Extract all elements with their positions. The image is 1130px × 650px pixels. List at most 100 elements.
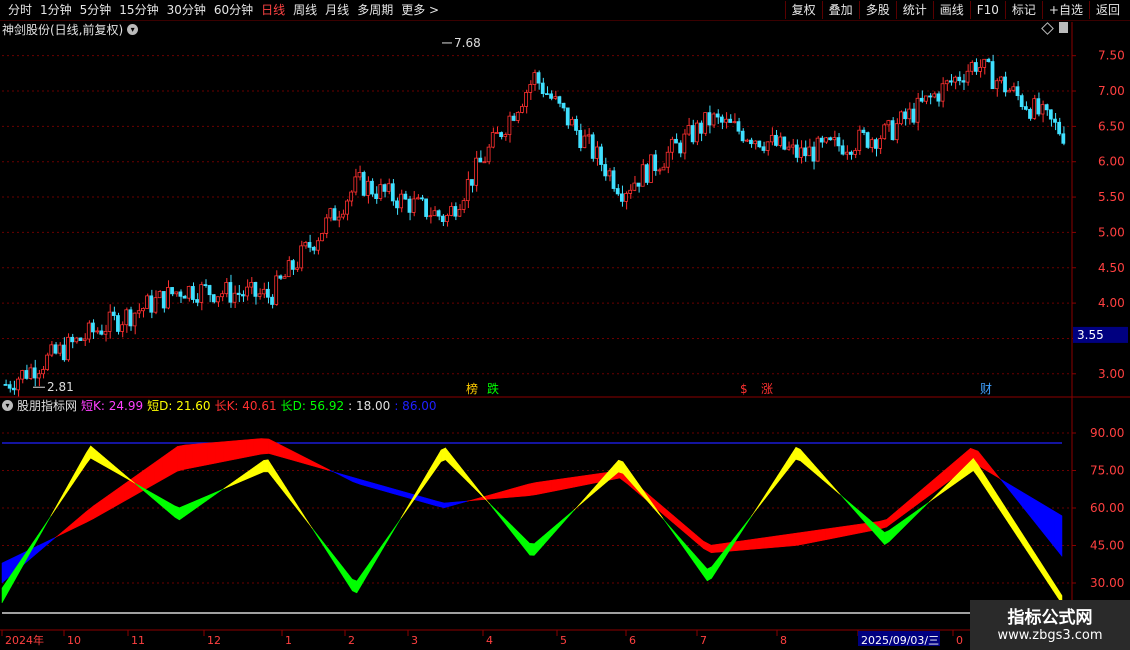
candle-body bbox=[215, 296, 220, 303]
short-band-segment bbox=[188, 501, 193, 515]
long-band-segment bbox=[474, 496, 483, 501]
candle-body bbox=[3, 383, 8, 386]
short-band-segment bbox=[910, 511, 916, 521]
short-band-segment bbox=[227, 481, 233, 488]
candle-body bbox=[78, 337, 83, 341]
short-band-segment bbox=[117, 467, 122, 477]
candle-body bbox=[965, 70, 970, 83]
short-band-segment bbox=[839, 493, 845, 501]
long-band-segment bbox=[1023, 492, 1032, 519]
short-band-segment bbox=[37, 528, 43, 541]
candle-body bbox=[545, 93, 549, 96]
short-band-segment bbox=[755, 501, 761, 511]
short-band-segment bbox=[205, 494, 211, 502]
indicator-dropdown-icon[interactable]: ▾ bbox=[2, 400, 13, 411]
long-band-segment bbox=[932, 473, 941, 494]
short-band-segment bbox=[68, 475, 74, 491]
date-tick-label: 3 bbox=[411, 634, 418, 647]
long-band-segment bbox=[108, 489, 117, 511]
short-band-segment bbox=[1012, 518, 1018, 538]
candle-body bbox=[832, 137, 837, 141]
indicator-value-5: : 86.00 bbox=[394, 399, 437, 413]
long-band-segment bbox=[421, 496, 430, 505]
long-band-segment bbox=[268, 438, 277, 457]
candle-body bbox=[407, 198, 412, 213]
candle-body bbox=[574, 119, 578, 131]
candle-body bbox=[490, 132, 495, 148]
short-band-segment bbox=[454, 458, 460, 474]
candle-body bbox=[370, 180, 374, 195]
watermark-url: www.zbgs3.com bbox=[997, 628, 1103, 643]
short-band-segment bbox=[693, 553, 699, 570]
candle-body bbox=[874, 139, 878, 149]
indicator-name[interactable]: 股朋指标网 bbox=[17, 397, 77, 414]
kline-chart[interactable]: 7.68 2.81 榜跌 $ 涨 财 7.50 7.00 6.50 6.00 5.50 5.00 4.… bbox=[0, 0, 1130, 650]
date-tick-label: 2025/09/03/三 bbox=[861, 634, 939, 647]
long-band-segment bbox=[794, 531, 803, 546]
candle-body bbox=[532, 72, 537, 85]
long-band-segment bbox=[779, 534, 788, 548]
long-band-segment bbox=[444, 502, 453, 509]
candle-body bbox=[253, 282, 258, 297]
candle-body bbox=[424, 198, 428, 217]
short-band-segment bbox=[423, 471, 429, 488]
candle-body bbox=[769, 134, 774, 143]
short-band-segment bbox=[103, 456, 109, 469]
candle-body bbox=[932, 93, 937, 98]
long-band-segment bbox=[787, 532, 796, 547]
short-band-segment bbox=[210, 492, 216, 499]
long-band-segment bbox=[512, 485, 521, 498]
long-band-segment bbox=[207, 442, 216, 466]
short-band-segment bbox=[511, 525, 517, 539]
candle-body bbox=[682, 133, 687, 154]
long-band-segment bbox=[810, 529, 819, 544]
long-band-segment bbox=[489, 492, 498, 500]
short-band-segment bbox=[369, 555, 375, 572]
candle-body bbox=[399, 193, 404, 209]
short-band-segment bbox=[848, 501, 854, 511]
price-tick-label: 6.50 bbox=[1098, 119, 1125, 133]
candle-body bbox=[619, 193, 624, 202]
short-band-segment bbox=[343, 567, 349, 585]
candle-body bbox=[99, 330, 104, 335]
candle-body bbox=[365, 180, 370, 196]
long-band-segment bbox=[436, 500, 445, 509]
candle-body bbox=[53, 344, 58, 354]
candle-body bbox=[311, 246, 316, 251]
short-band-segment bbox=[702, 563, 708, 582]
candle-body bbox=[728, 118, 733, 123]
candle-body bbox=[70, 336, 74, 343]
price-tick-label: 5.00 bbox=[1098, 225, 1125, 239]
candle-body bbox=[453, 206, 458, 217]
indicator-tick-label: 75.00 bbox=[1090, 464, 1124, 478]
short-band-segment bbox=[201, 496, 207, 505]
candle-body bbox=[782, 136, 787, 150]
short-band-segment bbox=[356, 573, 362, 594]
candle-body bbox=[128, 309, 133, 327]
candle-body bbox=[824, 137, 828, 143]
short-band-segment bbox=[431, 456, 437, 476]
indicator-value-3: 长D: 56.92 bbox=[280, 399, 345, 413]
short-band-segment bbox=[267, 458, 273, 479]
candle-body bbox=[1011, 86, 1016, 91]
short-band-segment bbox=[662, 517, 668, 526]
candle-body bbox=[903, 111, 907, 120]
date-tick-label: 7 bbox=[700, 634, 707, 647]
watermark-title: 指标公式网 bbox=[1007, 608, 1093, 628]
candle-body bbox=[415, 197, 420, 200]
candle-body bbox=[982, 58, 987, 68]
long-band-segment bbox=[451, 501, 460, 506]
short-band-segment bbox=[312, 527, 318, 537]
long-band-segment bbox=[527, 482, 537, 497]
event-marker-2: $ bbox=[740, 382, 748, 396]
long-band-segment bbox=[695, 534, 704, 550]
long-band-segment bbox=[360, 479, 369, 487]
short-band-segment bbox=[396, 516, 402, 527]
short-band-segment bbox=[298, 507, 304, 518]
short-band-segment bbox=[808, 458, 814, 473]
short-band-segment bbox=[272, 465, 278, 484]
date-tick-label: 4 bbox=[486, 634, 493, 647]
candle-body bbox=[461, 200, 466, 210]
long-band-segment bbox=[398, 489, 407, 498]
candle-body bbox=[886, 120, 891, 126]
